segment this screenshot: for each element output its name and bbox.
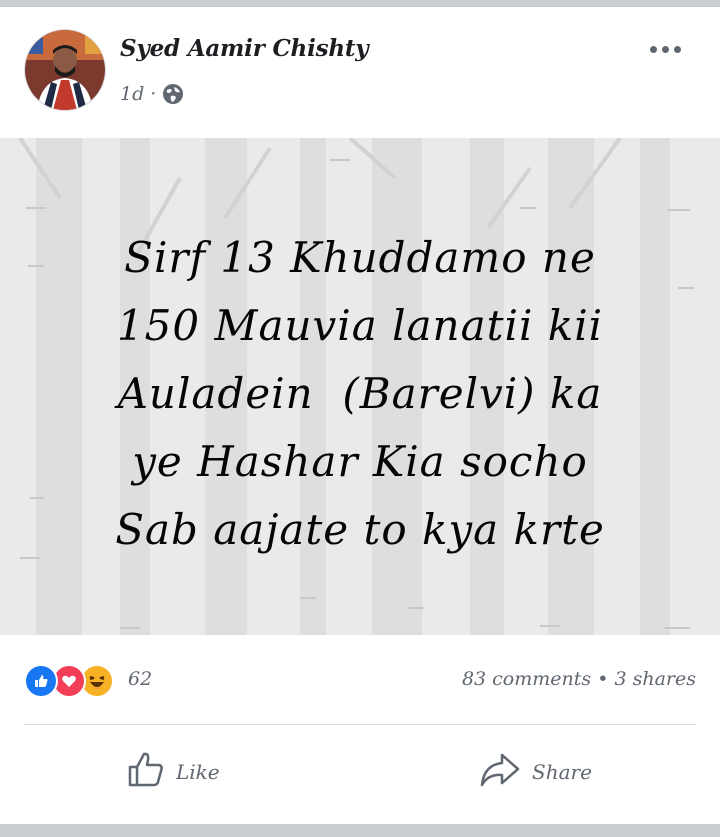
post-background: Sirf 13 Khuddamo ne 150 Mauvia lanatii k… xyxy=(0,138,720,635)
post-header: Syed Aamir Chishty 1d · xyxy=(0,7,720,138)
share-label: Share xyxy=(532,759,592,784)
like-label: Like xyxy=(176,759,220,784)
share-arrow-icon xyxy=(478,749,522,794)
post-text: Sirf 13 Khuddamo ne 150 Mauvia lanatii k… xyxy=(20,224,700,564)
post-stats: 62 83 comments • 3 shares xyxy=(0,656,720,706)
share-button[interactable]: Share xyxy=(478,749,592,794)
more-options-icon[interactable] xyxy=(645,41,685,57)
post-meta: 1d · xyxy=(120,83,184,105)
post-text-line: Auladein (Barelvi) ka xyxy=(117,369,603,418)
feed-separator-top xyxy=(0,0,720,7)
reaction-count[interactable]: 62 xyxy=(128,668,152,690)
engagement-counts: 83 comments • 3 shares xyxy=(462,668,696,690)
bullet-separator: • xyxy=(597,668,609,690)
reactions-summary[interactable] xyxy=(24,664,114,698)
divider xyxy=(24,724,696,725)
post-text-line: ye Hashar Kia socho xyxy=(132,437,588,486)
thumbs-up-icon xyxy=(126,749,166,794)
post-text-line: 150 Mauvia lanatii kii xyxy=(116,301,604,350)
like-reaction-icon xyxy=(24,664,58,698)
avatar[interactable] xyxy=(24,29,106,111)
feed-separator-bottom xyxy=(0,824,720,837)
author-name[interactable]: Syed Aamir Chishty xyxy=(120,35,369,62)
dot xyxy=(661,45,669,53)
shares-count[interactable]: 3 shares xyxy=(614,668,696,690)
dot xyxy=(673,45,681,53)
like-button[interactable]: Like xyxy=(126,749,220,794)
meta-separator: · xyxy=(150,83,157,105)
post-text-line: Sirf 13 Khuddamo ne xyxy=(124,233,596,282)
globe-icon xyxy=(162,83,184,105)
dot xyxy=(649,45,657,53)
post-actions: Like Share xyxy=(0,735,720,805)
comments-count[interactable]: 83 comments xyxy=(462,668,591,690)
post-text-line: Sab aajate to kya krte xyxy=(115,505,605,554)
post-time[interactable]: 1d xyxy=(120,83,144,105)
